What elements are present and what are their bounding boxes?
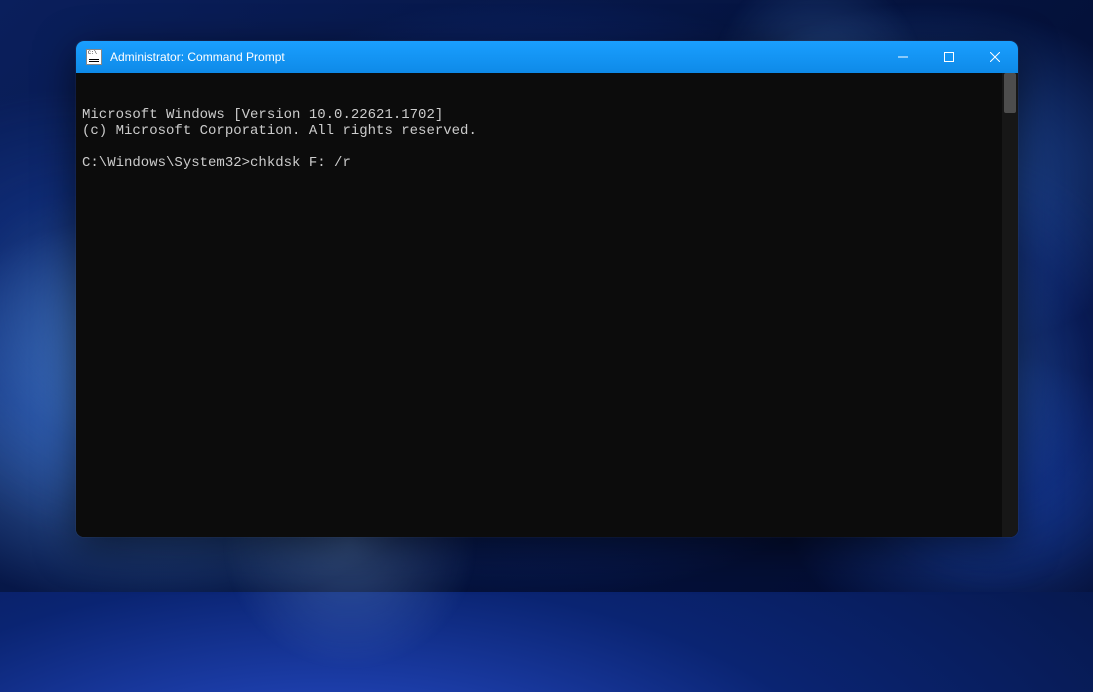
terminal-line-copyright: (c) Microsoft Corporation. All rights re… [82, 123, 477, 139]
terminal-content: Microsoft Windows [Version 10.0.22621.17… [82, 107, 1012, 171]
text-cursor [351, 157, 359, 171]
window-controls [880, 41, 1018, 73]
maximize-button[interactable] [926, 41, 972, 73]
scrollbar-thumb[interactable] [1004, 73, 1016, 113]
close-icon [990, 52, 1000, 62]
terminal-line-version: Microsoft Windows [Version 10.0.22621.17… [82, 107, 443, 123]
window-titlebar[interactable]: Administrator: Command Prompt [76, 41, 1018, 73]
terminal-prompt: C:\Windows\System32> [82, 155, 250, 171]
close-button[interactable] [972, 41, 1018, 73]
command-prompt-window: Administrator: Command Prompt Microsoft … [76, 41, 1018, 537]
vertical-scrollbar[interactable] [1002, 73, 1018, 537]
maximize-icon [944, 52, 954, 62]
minimize-button[interactable] [880, 41, 926, 73]
terminal-command-input[interactable]: chkdsk F: /r [250, 155, 351, 171]
minimize-icon [898, 52, 908, 62]
window-title: Administrator: Command Prompt [110, 50, 880, 64]
cmd-icon [86, 49, 102, 65]
terminal-output-area[interactable]: Microsoft Windows [Version 10.0.22621.17… [76, 73, 1018, 537]
